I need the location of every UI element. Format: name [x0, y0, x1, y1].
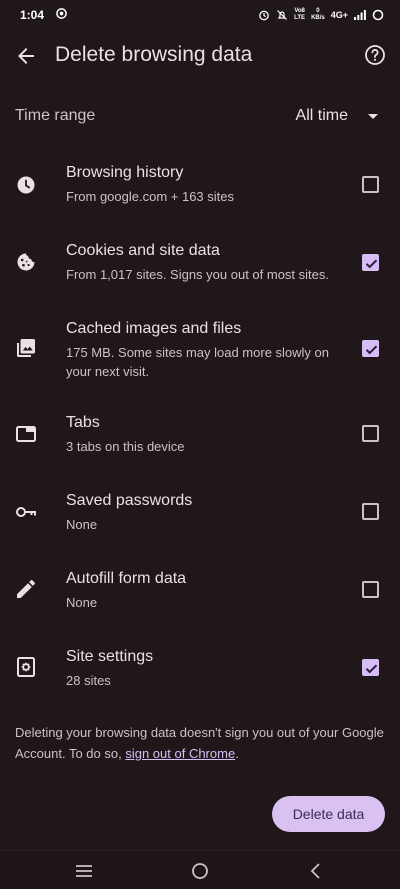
option-browsing-history[interactable]: Browsing history From google.com + 163 s…	[0, 150, 400, 218]
image-library-icon	[14, 336, 38, 360]
option-title: Cookies and site data	[66, 242, 220, 259]
back-arrow-icon[interactable]	[14, 44, 38, 68]
option-saved-passwords[interactable]: Saved passwords None	[0, 478, 400, 546]
nav-back-icon[interactable]	[306, 861, 326, 881]
history-clock-icon	[14, 173, 38, 197]
option-subtitle: 28 sites	[66, 673, 111, 688]
checkbox-browsing-history[interactable]	[362, 176, 379, 193]
checkbox-site-settings[interactable]	[362, 659, 379, 676]
recent-apps-icon[interactable]	[74, 861, 94, 881]
sign-out-of-chrome-link[interactable]: sign out of Chrome	[125, 746, 235, 761]
option-site-settings[interactable]: Site settings 28 sites	[0, 634, 400, 702]
option-cookies-site-data[interactable]: Cookies and site data From 1,017 sites. …	[0, 228, 400, 296]
network-type: 4G+	[330, 10, 348, 20]
checkbox-cookies-site-data[interactable]	[362, 254, 379, 271]
time-range-dropdown[interactable]: All time	[296, 104, 378, 128]
site-settings-icon	[14, 655, 38, 679]
network-speed: 0 KB/s	[311, 8, 325, 21]
time-range-row: Time range All time	[0, 98, 400, 134]
delete-data-button[interactable]: Delete data	[272, 796, 385, 832]
signal-icon	[354, 10, 366, 20]
delete-browsing-data-screen: 1:04 Vo8 LTE 0 KB/s 4G+ Delete browsing …	[0, 0, 400, 889]
checkbox-autofill-form-data[interactable]	[362, 581, 379, 598]
option-cached-images-files[interactable]: Cached images and files 175 MB. Some sit…	[0, 306, 400, 396]
option-title: Site settings	[66, 648, 154, 665]
option-autofill-form-data[interactable]: Autofill form data None	[0, 556, 400, 624]
note-suffix: .	[235, 746, 239, 761]
option-subtitle: From 1,017 sites. Signs you out of most …	[66, 267, 330, 282]
time-range-label: Time range	[15, 107, 96, 124]
option-title: Tabs	[66, 414, 100, 431]
option-subtitle: None	[66, 595, 98, 610]
help-icon[interactable]	[363, 43, 387, 67]
option-subtitle: 3 tabs on this device	[66, 439, 185, 454]
option-title: Browsing history	[66, 164, 184, 181]
dropdown-arrow-icon	[368, 107, 378, 125]
sign-out-note: Deleting your browsing data doesn't sign…	[15, 722, 385, 764]
system-nav-bar	[0, 850, 400, 889]
checkbox-cached-images-files[interactable]	[362, 340, 379, 357]
option-subtitle: 175 MB. Some sites may load more slowly …	[66, 345, 329, 379]
tab-icon	[14, 422, 38, 446]
alarm-icon	[258, 9, 270, 21]
status-time: 1:04	[20, 8, 45, 22]
pencil-icon	[14, 577, 38, 601]
time-range-value: All time	[295, 107, 348, 124]
chrome-notification-icon	[56, 8, 67, 22]
option-title: Saved passwords	[66, 492, 193, 509]
home-icon[interactable]	[190, 861, 210, 881]
page-title: Delete browsing data	[55, 43, 253, 66]
checkbox-tabs[interactable]	[362, 425, 379, 442]
status-bar: 1:04 Vo8 LTE 0 KB/s 4G+	[0, 0, 400, 30]
battery-ring-icon	[372, 9, 384, 21]
volte-indicator: Vo8 LTE	[294, 8, 306, 21]
option-title: Cached images and files	[66, 320, 242, 337]
option-tabs[interactable]: Tabs 3 tabs on this device	[0, 400, 400, 468]
option-subtitle: From google.com + 163 sites	[66, 189, 234, 204]
option-subtitle: None	[66, 517, 98, 532]
mute-icon	[276, 9, 288, 21]
checkbox-saved-passwords[interactable]	[362, 503, 379, 520]
key-icon	[14, 500, 38, 524]
cookie-icon	[14, 250, 38, 274]
option-title: Autofill form data	[66, 570, 187, 587]
app-bar: Delete browsing data	[0, 30, 400, 82]
